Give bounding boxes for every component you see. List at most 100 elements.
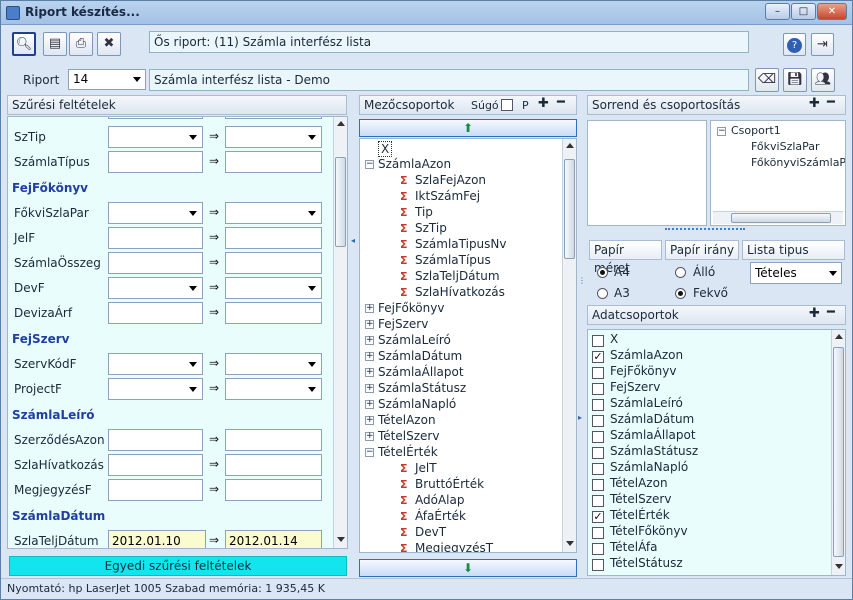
close-button[interactable]: ✕ bbox=[817, 3, 847, 20]
field-tree-item[interactable]: SzámlaAzon bbox=[378, 157, 451, 171]
help-button[interactable]: ? bbox=[783, 33, 806, 56]
field-tree-item[interactable]: SzámlaTípus bbox=[415, 253, 491, 267]
expand-icon[interactable]: + bbox=[365, 304, 374, 313]
date-to-field[interactable]: 2012.01.14 bbox=[225, 530, 322, 548]
expand-icon[interactable]: + bbox=[365, 432, 374, 441]
filter-from-select[interactable] bbox=[108, 202, 203, 224]
exit-button[interactable]: ⇥ bbox=[811, 33, 834, 56]
field-tree-item[interactable]: Tip bbox=[415, 205, 433, 219]
field-tree-item[interactable]: FejSzerv bbox=[378, 317, 428, 331]
filter-from-field[interactable] bbox=[108, 429, 203, 451]
date-from-field[interactable]: 2012.01.10 bbox=[108, 530, 206, 548]
datagroup-checkbox[interactable] bbox=[592, 447, 604, 459]
field-tree-item[interactable]: SzTip bbox=[415, 221, 447, 235]
order-list[interactable] bbox=[587, 120, 707, 226]
field-tree-item[interactable]: SzámlaStátusz bbox=[378, 381, 466, 395]
filter-from-field[interactable] bbox=[108, 454, 203, 476]
expand-icon[interactable]: + bbox=[365, 384, 374, 393]
splitter-right-arrow-icon[interactable]: ▸ bbox=[578, 413, 582, 422]
filters-scrollbar[interactable] bbox=[333, 117, 347, 548]
filter-to-select[interactable] bbox=[225, 353, 322, 375]
field-tree-item[interactable]: SzlaFejAzon bbox=[415, 173, 486, 187]
splitter-left-arrow-icon[interactable]: ◂ bbox=[351, 236, 355, 245]
portrait-radio[interactable] bbox=[675, 267, 686, 278]
field-tree-item[interactable]: JelT bbox=[415, 461, 437, 475]
filter-from-field[interactable] bbox=[108, 479, 203, 501]
a3-radio[interactable] bbox=[597, 288, 608, 299]
delete-report-button[interactable]: ✖ bbox=[97, 32, 121, 56]
filter-to-select[interactable] bbox=[225, 126, 322, 148]
remove-datagroup-icon[interactable]: ━ bbox=[827, 305, 835, 320]
datagroups-scrollbar[interactable] bbox=[831, 330, 845, 575]
field-tree-item[interactable]: IktSzámFej bbox=[415, 189, 480, 203]
filter-to-select[interactable] bbox=[225, 378, 322, 400]
datagroup-checkbox[interactable] bbox=[592, 559, 604, 571]
fields-scrollbar[interactable] bbox=[562, 139, 576, 552]
datagroup-checkbox[interactable] bbox=[592, 367, 604, 379]
group-tree-item[interactable]: FőkönyviSzámlaPar bbox=[751, 156, 845, 169]
field-tree-item[interactable]: BruttóÉrték bbox=[415, 477, 484, 491]
move-up-button[interactable]: ⬆ bbox=[359, 119, 577, 137]
group-tree-item[interactable]: Csoport1 bbox=[731, 124, 781, 137]
filter-from-select[interactable] bbox=[108, 277, 203, 299]
expand-icon[interactable]: + bbox=[365, 320, 374, 329]
filter-to-field[interactable] bbox=[225, 429, 322, 451]
collapse-icon[interactable]: − bbox=[365, 160, 374, 169]
move-down-button[interactable]: ⬇ bbox=[359, 559, 577, 577]
scroll-thumb[interactable] bbox=[833, 347, 844, 557]
datagroup-checkbox[interactable] bbox=[592, 399, 604, 411]
field-tree-item[interactable]: SzámlaTipusNv bbox=[415, 237, 507, 251]
datagroup-checkbox[interactable] bbox=[592, 431, 604, 443]
scroll-thumb[interactable] bbox=[564, 159, 575, 259]
field-tree-item[interactable]: DevT bbox=[415, 525, 446, 539]
remove-group-icon[interactable]: ━ bbox=[827, 95, 835, 110]
datagroup-checkbox[interactable] bbox=[592, 543, 604, 555]
report-settings-button[interactable]: ▤ bbox=[43, 32, 67, 56]
group-tree-item[interactable]: FőkviSzlaPar bbox=[751, 140, 820, 153]
filter-to-field[interactable] bbox=[225, 454, 322, 476]
expand-all-icon[interactable]: ✚ bbox=[538, 96, 549, 111]
field-tree-item[interactable]: TételAzon bbox=[378, 413, 436, 427]
datagroup-checkbox[interactable] bbox=[592, 383, 604, 395]
preview-button[interactable]: 🔍︎ bbox=[12, 32, 36, 56]
expand-icon[interactable]: + bbox=[365, 416, 374, 425]
field-tree-item[interactable]: FejFőkönyv bbox=[378, 301, 444, 315]
expand-icon[interactable]: + bbox=[365, 400, 374, 409]
splitter-handle[interactable] bbox=[665, 228, 745, 233]
add-group-icon[interactable]: ✚ bbox=[809, 96, 820, 111]
datagroup-checkbox[interactable] bbox=[592, 463, 604, 475]
collapse-all-icon[interactable]: ━ bbox=[557, 95, 565, 110]
filter-to-field[interactable] bbox=[225, 151, 322, 173]
filter-to-field[interactable] bbox=[225, 117, 322, 119]
filter-to-field[interactable] bbox=[225, 252, 322, 274]
scroll-thumb[interactable] bbox=[335, 157, 346, 247]
field-tree-item[interactable]: SzlaTeljDátum bbox=[415, 269, 500, 283]
field-tree-item[interactable]: AdóAlap bbox=[415, 493, 464, 507]
filter-to-field[interactable] bbox=[225, 302, 322, 324]
field-tree-item[interactable]: TételÉrték bbox=[378, 445, 438, 459]
datagroup-checkbox[interactable]: ✓ bbox=[592, 351, 604, 363]
field-tree-item[interactable]: SzámlaDátum bbox=[378, 349, 462, 363]
filter-from-select[interactable] bbox=[108, 378, 203, 400]
datagroup-checkbox[interactable]: ✓ bbox=[592, 511, 604, 523]
print-button[interactable]: ⎙ bbox=[69, 32, 93, 56]
filter-from-field[interactable] bbox=[108, 227, 203, 249]
save-button[interactable]: 💾︎ bbox=[783, 68, 807, 92]
help-checkbox[interactable] bbox=[501, 99, 513, 111]
restore-button[interactable]: □ bbox=[791, 3, 816, 20]
expand-icon[interactable]: + bbox=[365, 368, 374, 377]
minimize-button[interactable]: – bbox=[765, 3, 790, 20]
datagroup-checkbox[interactable] bbox=[592, 479, 604, 491]
clear-button[interactable]: ⌫ bbox=[755, 68, 779, 92]
filter-from-select[interactable] bbox=[108, 126, 203, 148]
datagroup-checkbox[interactable] bbox=[592, 527, 604, 539]
filter-from-field[interactable] bbox=[108, 151, 203, 173]
field-tree-item[interactable]: MegjegyzésT bbox=[415, 541, 493, 552]
report-name-field[interactable]: Számla interfész lista - Demo bbox=[149, 69, 749, 91]
filter-to-field[interactable] bbox=[225, 479, 322, 501]
field-tree-item[interactable]: ÁfaÉrték bbox=[415, 509, 466, 523]
field-tree-item[interactable]: X bbox=[378, 141, 393, 157]
add-datagroup-icon[interactable]: ✚ bbox=[809, 306, 820, 321]
filter-from-field[interactable] bbox=[108, 117, 203, 119]
field-tree-item[interactable]: SzámlaLeíró bbox=[378, 333, 451, 347]
